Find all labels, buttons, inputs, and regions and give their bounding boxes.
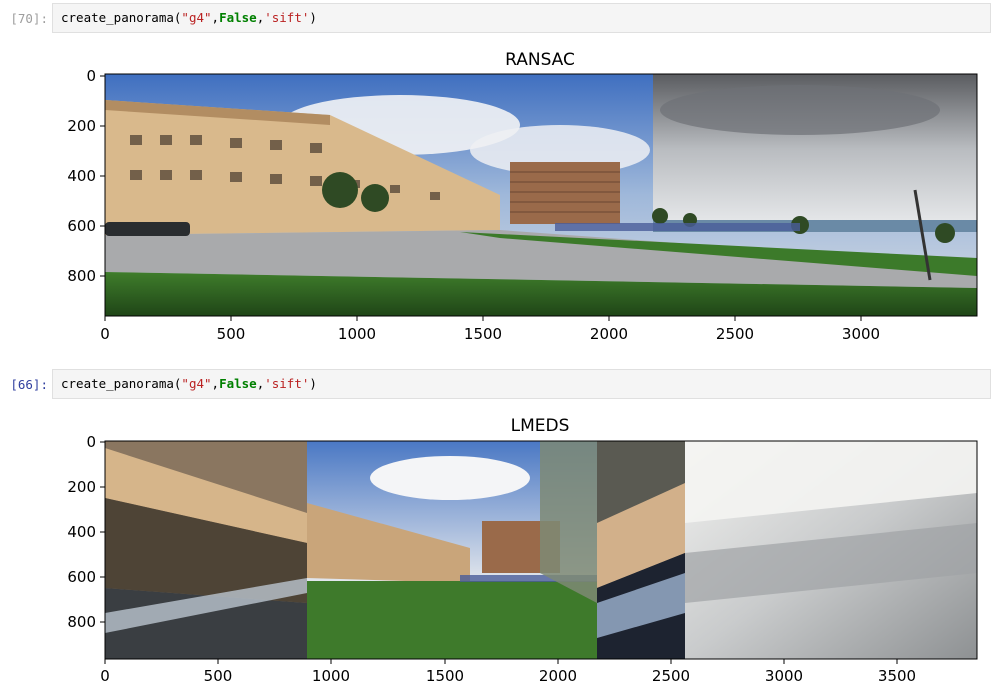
y-tick-label: 600	[67, 217, 96, 235]
code-arg-dataset: "g4"	[181, 376, 212, 391]
y-axis-ticks: 0 200 400 600 800	[67, 67, 105, 285]
code-arg-method: 'sift'	[264, 376, 310, 391]
output-plot-ransac: RANSAC 0 200 400 600 800 0 500 1000 1500…	[67, 50, 978, 343]
y-tick-label: 800	[67, 613, 96, 631]
panorama-image	[105, 441, 977, 659]
code-function-name: create_panorama	[61, 376, 174, 391]
y-tick-label: 200	[67, 117, 96, 135]
output-plot-lmeds: LMEDS 0 200 400 600 800 0 500 1000 1500 …	[67, 416, 978, 685]
panorama-image	[105, 74, 977, 316]
y-tick-label: 200	[67, 478, 96, 496]
x-tick-label: 2000	[539, 667, 577, 685]
x-tick-label: 1500	[464, 325, 502, 343]
y-tick-label: 0	[86, 67, 96, 85]
code-arg-flag: False	[219, 376, 257, 391]
x-tick-label: 2500	[652, 667, 690, 685]
plot-title: RANSAC	[505, 50, 575, 70]
code-arg-dataset: "g4"	[181, 10, 212, 25]
x-tick-label: 3500	[878, 667, 916, 685]
code-arg-flag: False	[219, 10, 257, 25]
code-input[interactable]: create_panorama("g4",False,'sift')	[52, 3, 991, 33]
x-tick-label: 0	[100, 667, 110, 685]
y-tick-label: 800	[67, 267, 96, 285]
x-tick-label: 1500	[426, 667, 464, 685]
x-tick-label: 2500	[716, 325, 754, 343]
y-axis-ticks: 0 200 400 600 800	[67, 433, 105, 631]
y-tick-label: 0	[86, 433, 96, 451]
x-tick-label: 3000	[842, 325, 880, 343]
y-tick-label: 600	[67, 568, 96, 586]
x-tick-label: 1000	[338, 325, 376, 343]
plot-title: LMEDS	[511, 416, 570, 436]
execution-count-prompt: [66]:	[10, 377, 48, 392]
y-tick-label: 400	[67, 167, 96, 185]
x-tick-label: 500	[217, 325, 246, 343]
code-function-name: create_panorama	[61, 10, 174, 25]
x-axis-ticks: 0 500 1000 1500 2000 2500 3000 3500	[100, 659, 916, 685]
x-axis-ticks: 0 500 1000 1500 2000 2500 3000	[100, 316, 880, 343]
x-tick-label: 2000	[590, 325, 628, 343]
code-arg-method: 'sift'	[264, 10, 310, 25]
x-tick-label: 0	[100, 325, 110, 343]
execution-count-prompt: [70]:	[10, 11, 48, 26]
x-tick-label: 500	[204, 667, 233, 685]
y-tick-label: 400	[67, 523, 96, 541]
x-tick-label: 1000	[312, 667, 350, 685]
code-input[interactable]: create_panorama("g4",False,'sift')	[52, 369, 991, 399]
x-tick-label: 3000	[765, 667, 803, 685]
